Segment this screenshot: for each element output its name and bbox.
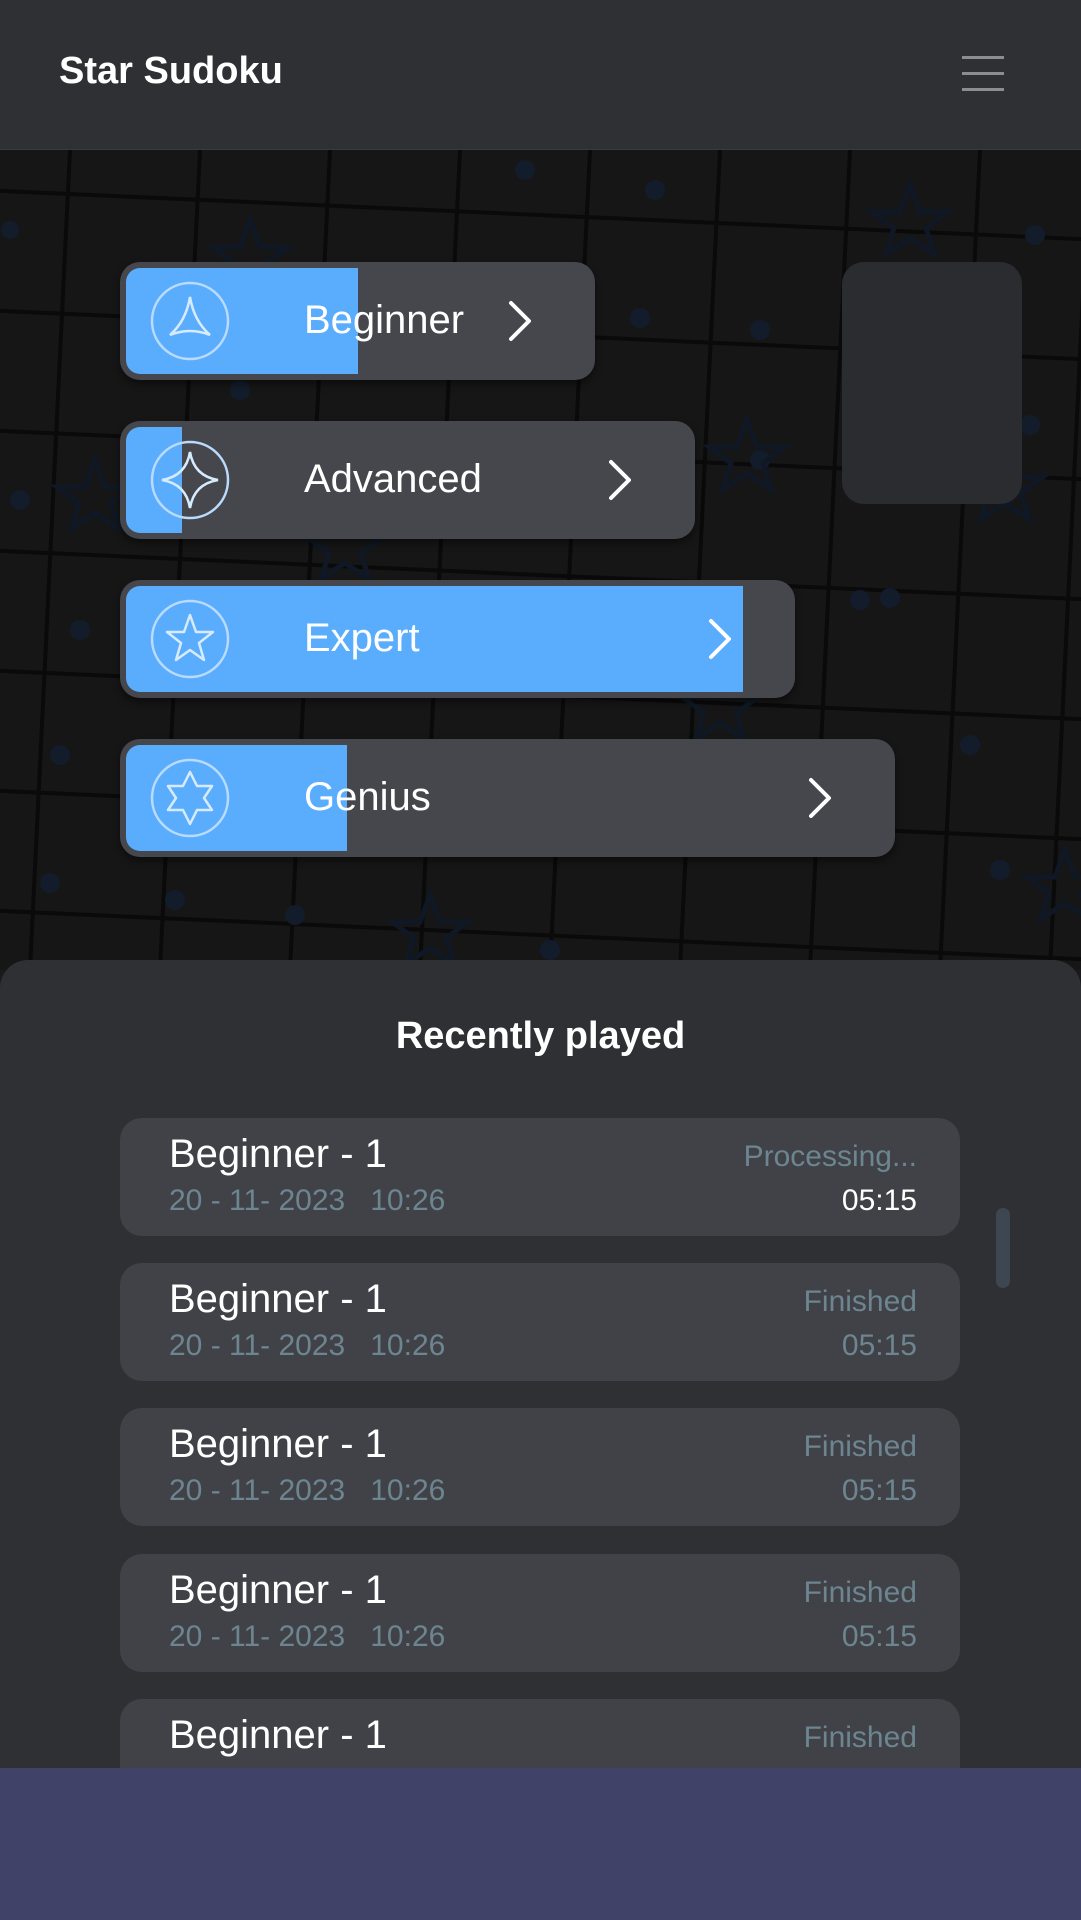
game-date: 20 - 11- 2023 10:26 <box>169 1184 446 1217</box>
game-date: 20 - 11- 2023 10:26 <box>169 1474 446 1507</box>
four-point-star-icon <box>150 440 230 520</box>
recent-game-row[interactable]: Beginner - 1 20 - 11- 2023 10:26 Finishe… <box>120 1554 960 1672</box>
app-header: Star Sudoku <box>0 0 1081 150</box>
level-label: Beginner <box>304 298 465 342</box>
level-advanced-button[interactable]: Advanced <box>120 421 695 539</box>
game-status: Finished <box>803 1576 917 1609</box>
triangle-star-icon <box>150 281 230 361</box>
game-time: 05:15 <box>841 1184 917 1217</box>
level-genius-button[interactable]: Genius <box>120 739 895 857</box>
recent-game-row[interactable]: Beginner - 1 20 - 11- 2023 10:26 Finishe… <box>120 1263 960 1381</box>
game-status: Finished <box>803 1721 917 1754</box>
side-card <box>842 262 1022 504</box>
recent-game-row[interactable]: Beginner - 1 20 - 11- 2023 10:26 Finishe… <box>120 1408 960 1526</box>
hamburger-menu-icon[interactable] <box>956 52 1008 94</box>
scrollbar-thumb[interactable] <box>996 1208 1010 1288</box>
game-time: 05:15 <box>841 1620 917 1653</box>
level-label: Expert <box>304 616 420 660</box>
app-title: Star Sudoku <box>59 50 283 92</box>
game-status: Finished <box>803 1285 917 1318</box>
game-name: Beginner - 1 <box>169 1132 387 1176</box>
game-status: Finished <box>803 1430 917 1463</box>
level-label: Genius <box>304 775 431 819</box>
chevron-right-icon <box>509 301 531 341</box>
chevron-right-icon <box>809 778 831 818</box>
game-time: 05:15 <box>841 1329 917 1362</box>
recent-game-row[interactable]: Beginner - 1 20 - 11- 2023 10:26 Process… <box>120 1118 960 1236</box>
game-name: Beginner - 1 <box>169 1277 387 1321</box>
recently-played-title: Recently played <box>395 1015 686 1057</box>
level-beginner-button[interactable]: Beginner <box>120 262 595 380</box>
level-label: Advanced <box>304 457 482 501</box>
game-date: 20 - 11- 2023 10:26 <box>169 1329 446 1362</box>
game-name: Beginner - 1 <box>169 1713 387 1757</box>
game-name: Beginner - 1 <box>169 1568 387 1612</box>
chevron-right-icon <box>609 460 631 500</box>
game-name: Beginner - 1 <box>169 1422 387 1466</box>
sudoku-background: Beginner Advanced Expert Genius <box>0 150 1081 970</box>
chevron-right-icon <box>709 619 731 659</box>
game-status: Processing... <box>743 1140 917 1173</box>
game-date: 20 - 11- 2023 10:26 <box>169 1620 446 1653</box>
game-time: 05:15 <box>841 1474 917 1507</box>
six-point-star-icon <box>150 758 230 838</box>
level-expert-button[interactable]: Expert <box>120 580 795 698</box>
bottom-bar <box>0 1768 1081 1920</box>
five-point-star-icon <box>150 599 230 679</box>
